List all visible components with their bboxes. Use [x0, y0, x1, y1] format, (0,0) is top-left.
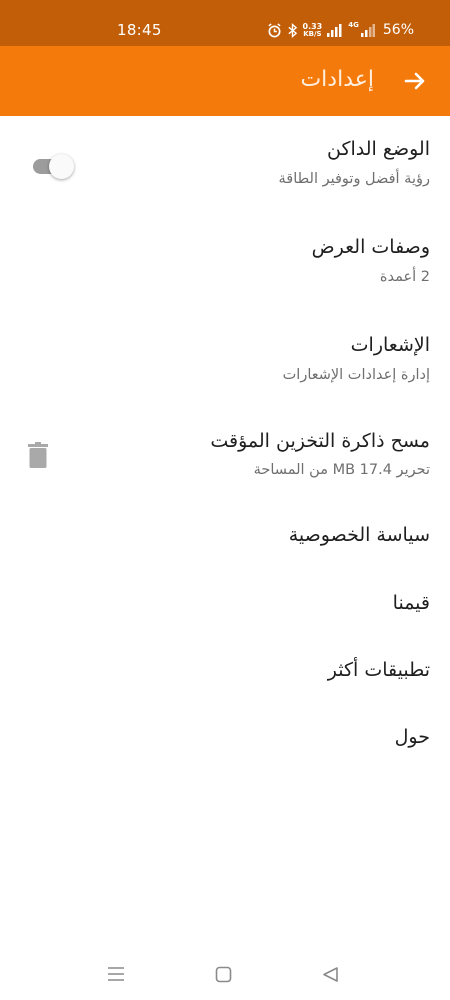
system-nav-bar [0, 955, 450, 1000]
setting-title: مسح ذاكرة التخزين المؤقت [210, 430, 430, 452]
trash-icon [28, 442, 48, 468]
app-bar: إعدادات [0, 46, 450, 116]
home-button[interactable] [211, 963, 235, 985]
arrow-right-icon [404, 72, 425, 90]
setting-title: وصفات العرض [311, 236, 430, 258]
setting-dark-mode[interactable]: الوضع الداكن رؤية أفضل وتوفير الطاقة [0, 116, 450, 212]
setting-rate-us[interactable]: قيمنا [0, 568, 450, 635]
alarm-icon [267, 22, 282, 38]
setting-subtitle: تحرير 17.4 MB من المساحة [253, 462, 430, 478]
network-type: 4G [348, 21, 359, 29]
back-triangle-icon [322, 966, 338, 982]
setting-subtitle: رؤية أفضل وتوفير الطاقة [278, 171, 430, 187]
system-back-button[interactable] [318, 963, 342, 985]
setting-title: الوضع الداكن [327, 138, 430, 160]
status-time: 18:45 [117, 21, 162, 39]
setting-title: تطبيقات أكثر [327, 659, 430, 681]
setting-subtitle: إدارة إعدادات الإشعارات [282, 367, 430, 383]
setting-title: قيمنا [392, 592, 430, 614]
setting-about[interactable]: حول [0, 702, 450, 769]
setting-title: حول [394, 726, 430, 748]
network-speed: 0.33 KB/S [302, 21, 323, 38]
signal-4g-icon [360, 23, 375, 37]
status-bar: 18:45 0.33 KB/S 4G 56% [0, 0, 450, 46]
menu-icon [108, 967, 124, 981]
toggle-thumb [49, 154, 74, 179]
page-title: إعدادات [300, 67, 374, 92]
setting-clear-cache[interactable]: مسح ذاكرة التخزين المؤقت تحرير 17.4 MB م… [0, 404, 450, 500]
recent-apps-button[interactable] [104, 963, 128, 985]
home-square-icon [215, 966, 231, 982]
setting-display-columns[interactable]: وصفات العرض 2 أعمدة [0, 212, 450, 308]
clear-cache-button[interactable] [25, 440, 51, 470]
signal-icon [327, 23, 343, 37]
setting-title: سياسة الخصوصية [288, 524, 430, 546]
battery-level: 56% [382, 22, 414, 38]
bluetooth-icon [287, 22, 298, 38]
dark-mode-toggle[interactable] [33, 154, 75, 180]
setting-title: الإشعارات [350, 334, 430, 356]
setting-privacy-policy[interactable]: سياسة الخصوصية [0, 500, 450, 568]
setting-more-apps[interactable]: تطبيقات أكثر [0, 635, 450, 702]
back-button[interactable] [400, 66, 430, 96]
settings-screen: 18:45 0.33 KB/S 4G 56% إعدادات الوضع الد… [0, 0, 450, 1000]
setting-notifications[interactable]: الإشعارات إدارة إعدادات الإشعارات [0, 308, 450, 404]
setting-subtitle: 2 أعمدة [379, 269, 430, 285]
status-icons: 0.33 KB/S 4G 56% [267, 20, 414, 40]
